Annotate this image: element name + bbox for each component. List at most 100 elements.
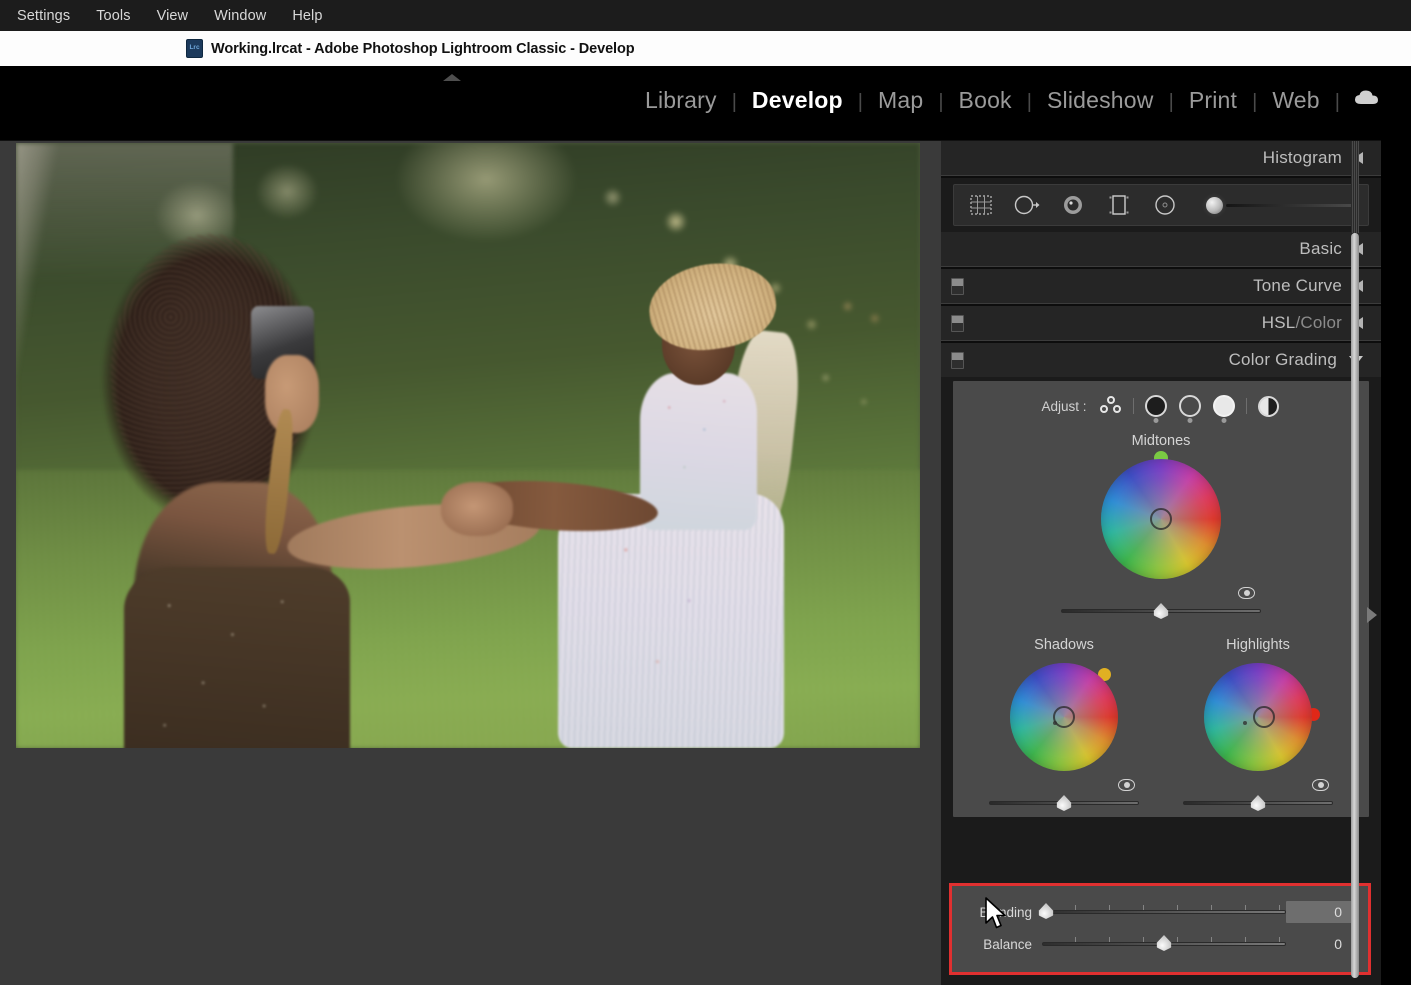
blending-balance-section: Blending 0 Balance 0 [949,883,1371,975]
panel-title-histogram: Histogram [1263,148,1342,168]
shadows-visibility-eye-icon[interactable] [1118,779,1135,791]
midtones-luminance-handle[interactable] [1153,603,1170,619]
panel-header-color-grading[interactable]: Color Grading [941,343,1381,377]
panel-header-basic[interactable]: Basic [941,232,1381,266]
shadows-luminance-handle[interactable] [1056,795,1073,811]
menu-item-help[interactable]: Help [279,4,335,28]
tool-amount-slider-handle[interactable] [1206,197,1223,214]
wheel-label-shadows: Shadows [989,637,1139,653]
shadows-origin-dot [1053,721,1057,725]
panel-title-color-grading: Color Grading [1229,350,1337,370]
lightroom-classic-icon: Lrc [186,39,203,58]
panel-title-hsl-color: HSL/Color [1262,313,1342,333]
adjust-separator [1133,398,1134,414]
module-separator: | [1251,91,1258,114]
tool-amount-slider[interactable] [1202,195,1356,215]
panel-switch-tone-curve[interactable] [951,278,964,295]
balance-row: Balance 0 [952,930,1368,958]
tool-amount-slider-track [1226,204,1354,207]
module-separator: | [1334,91,1341,114]
adjust-separator [1246,398,1247,414]
highlights-luminance-slider[interactable] [1183,795,1333,811]
module-develop[interactable]: Develop [738,87,857,114]
blending-slider-track [1042,910,1286,914]
balance-value[interactable]: 0 [1286,936,1354,952]
photo-subject-skirt [558,494,784,748]
midtones-circle-icon [1179,395,1201,417]
module-separator: | [937,91,944,114]
shadows-luminance-slider[interactable] [989,795,1139,811]
crop-overlay-icon[interactable] [966,190,996,220]
highlights-circle-icon [1213,395,1235,417]
panel-title-basic: Basic [1299,239,1342,259]
module-slideshow[interactable]: Slideshow [1033,87,1168,114]
adjust-highlights-button[interactable] [1212,394,1236,418]
blending-value[interactable]: 0 [1286,901,1354,923]
masking-rectangle-icon[interactable] [1104,190,1134,220]
panel-divider [941,175,1381,178]
wheel-label-midtones: Midtones [1061,433,1261,449]
develop-right-panel: Histogram [941,140,1381,985]
panel-header-tone-curve[interactable]: Tone Curve [941,269,1381,303]
highlights-visibility-eye-icon[interactable] [1312,779,1329,791]
menu-item-tools[interactable]: Tools [83,4,143,28]
photo-photographer-dress [124,567,350,749]
lightroom-window: Settings Tools View Window Help Lrc Work… [0,0,1411,985]
right-panel-collapse-arrow-icon[interactable] [1367,607,1377,623]
right-panel-scrollbar-trough[interactable] [1351,141,1359,233]
spot-removal-icon[interactable] [1012,190,1042,220]
module-separator: | [857,91,864,114]
menu-item-view[interactable]: View [144,4,202,28]
module-picker: Library | Develop | Map | Book | Slidesh… [631,87,1383,114]
highlights-origin-dot [1243,721,1247,725]
panel-header-hsl-color[interactable]: HSL/Color [941,306,1381,340]
panel-header-histogram[interactable]: Histogram [941,141,1381,175]
hsl-label: HSL [1262,313,1296,332]
radial-gradient-icon[interactable] [1150,190,1180,220]
midtones-color-puck[interactable] [1150,508,1172,530]
menu-bar: Settings Tools View Window Help [0,0,1411,31]
color-grading-body: Adjust : [953,381,1369,817]
blending-slider-ticks [1042,905,1286,910]
menu-item-settings[interactable]: Settings [4,4,83,28]
midtones-luminance-slider[interactable] [1061,603,1261,619]
midtones-visibility-eye-icon[interactable] [1238,587,1255,599]
adjust-label: Adjust : [1041,399,1086,414]
module-map[interactable]: Map [864,87,937,114]
balance-label: Balance [966,937,1032,952]
module-book[interactable]: Book [945,87,1026,114]
panel-switch-color-grading[interactable] [951,352,964,369]
adjust-indicator-dot [1187,418,1192,423]
blending-row: Blending 0 [952,898,1368,926]
red-eye-correction-icon[interactable] [1058,190,1088,220]
title-bar: Lrc Working.lrcat - Adobe Photoshop Ligh… [0,31,1411,66]
module-web[interactable]: Web [1258,87,1333,114]
color-wheel-midtones[interactable] [1101,459,1221,579]
panel-title-tone-curve: Tone Curve [1253,276,1342,296]
develop-preview-photo[interactable] [16,143,920,748]
lrc-icon-label-top: Lrc [189,45,199,52]
adjust-midtones-button[interactable] [1178,394,1202,418]
color-grading-adjust-row: Adjust : [953,391,1369,421]
panel-switch-hsl-color[interactable] [951,315,964,332]
adjust-indicator-dot [1221,418,1226,423]
menu-item-window[interactable]: Window [201,4,279,28]
balance-slider[interactable] [1042,935,1286,953]
color-wheel-shadows[interactable] [1010,663,1118,771]
cloud-sync-icon[interactable] [1353,88,1383,108]
top-panel-collapse-arrow-icon[interactable] [443,74,461,81]
module-print[interactable]: Print [1175,87,1251,114]
adjust-shadows-button[interactable] [1144,394,1168,418]
module-library[interactable]: Library [631,87,731,114]
adjust-all-wheels-button[interactable] [1099,394,1123,418]
photo-bokeh-right [793,349,901,446]
highlights-color-puck[interactable] [1253,706,1275,728]
global-contrast-icon [1258,396,1279,417]
right-panel-scrollbar[interactable] [1351,233,1359,978]
adjust-global-button[interactable] [1257,394,1281,418]
blending-slider[interactable] [1042,903,1286,921]
color-wheel-highlights[interactable] [1204,663,1312,771]
adjust-indicator-dot [1153,418,1158,423]
highlights-luminance-handle[interactable] [1250,795,1267,811]
module-separator: | [1026,91,1033,114]
